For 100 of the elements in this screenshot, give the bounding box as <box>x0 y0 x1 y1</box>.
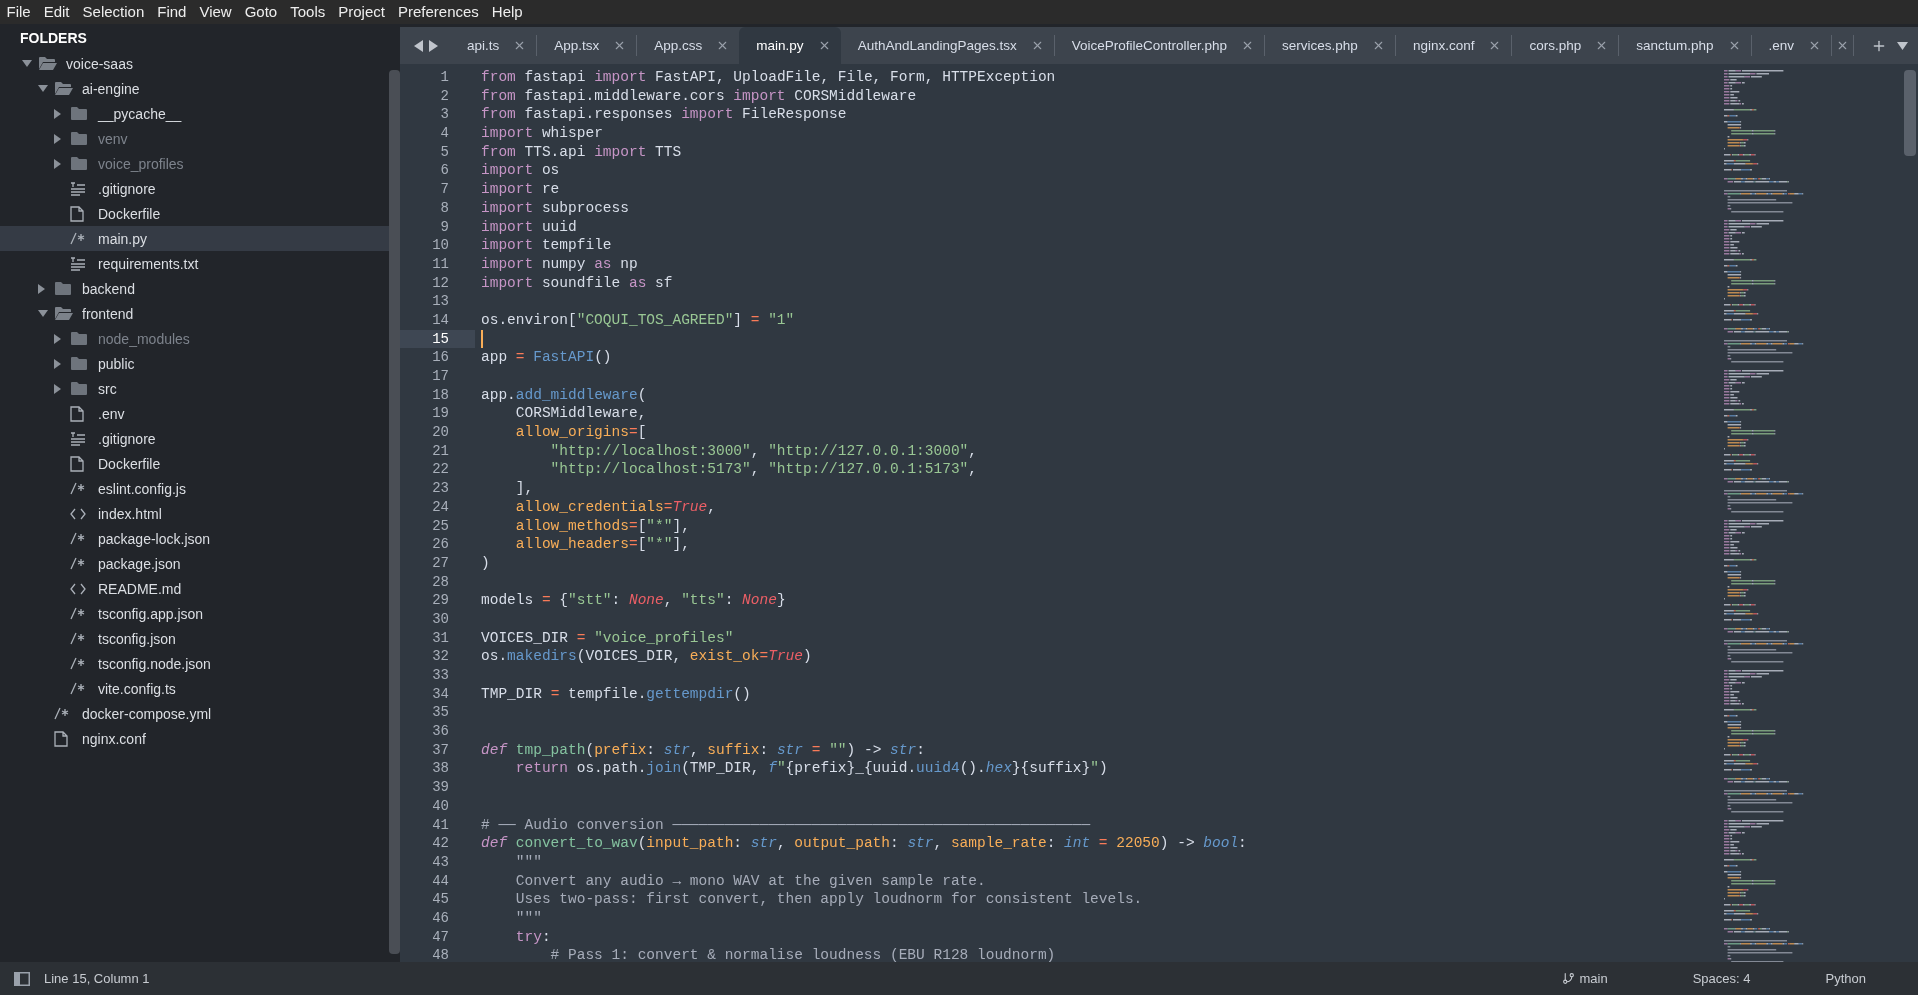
sidebar-item[interactable]: package.json <box>0 551 389 576</box>
line-number: 26 <box>431 535 450 554</box>
sidebar-item[interactable]: eslint.config.js <box>0 476 389 501</box>
sidebar-item[interactable]: package-lock.json <box>0 526 389 551</box>
code-line: return os.path.join(TMP_DIR, f"{prefix}_{uuid.uuid4().hex}{suffix}") <box>514 759 1108 779</box>
expanded-arrow-icon[interactable] <box>38 310 48 317</box>
sidebar-item[interactable]: README.md <box>0 576 389 601</box>
collapsed-arrow-icon[interactable] <box>54 333 61 344</box>
tab[interactable]: sanctum.php <box>1619 27 1751 64</box>
menu-item[interactable]: Goto <box>238 0 284 24</box>
collapsed-arrow-icon[interactable] <box>54 133 61 144</box>
code-file-icon <box>54 707 70 720</box>
angle-brackets-icon <box>70 507 86 520</box>
sidebar-item[interactable]: voice_profiles <box>0 151 389 176</box>
indentation-setting[interactable]: Spaces: 4 <box>1692 971 1751 986</box>
line-number: 21 <box>431 441 450 461</box>
menu-item[interactable]: Edit <box>37 0 77 24</box>
sidebar-item[interactable]: __pycache__ <box>0 101 389 126</box>
folder-icon <box>54 281 72 296</box>
tab[interactable]: nginx.conf <box>1395 27 1512 64</box>
line-number: 23 <box>431 479 450 498</box>
sidebar-item[interactable]: tsconfig.node.json <box>0 651 389 676</box>
tab[interactable]: App.css <box>637 27 740 64</box>
collapsed-arrow-icon[interactable] <box>54 108 61 119</box>
sidebar-item[interactable]: public <box>0 351 389 376</box>
tab[interactable]: api.ts <box>450 27 537 64</box>
text-lines-icon <box>70 431 86 446</box>
code-file-icon <box>70 482 86 495</box>
sidebar-item[interactable]: Dockerfile <box>0 201 389 226</box>
code-line: os.makedirs(VOICES_DIR, exist_ok=True) <box>481 647 812 666</box>
folder-icon <box>70 381 88 396</box>
code-file-icon <box>70 632 86 645</box>
menu-item[interactable]: File <box>0 0 38 24</box>
branch-name[interactable]: main <box>1579 971 1608 986</box>
collapsed-arrow-icon[interactable] <box>54 383 61 394</box>
sidebar-item[interactable]: requirements.txt <box>0 251 389 276</box>
tab[interactable]: cors.php <box>1512 27 1619 64</box>
expanded-arrow-icon[interactable] <box>38 85 48 92</box>
tab[interactable]: App.tsx <box>537 27 637 64</box>
tab[interactable]: .env <box>1751 27 1832 64</box>
sidebar-item[interactable]: tsconfig.json <box>0 626 389 651</box>
sidebar-item[interactable]: index.html <box>0 501 389 526</box>
sidebar-item[interactable]: .gitignore <box>0 176 389 201</box>
file-icon <box>70 205 84 222</box>
menu-item[interactable]: Tools <box>283 0 332 24</box>
code-line: def tmp_path(prefix: str, suffix: str = "") -> str: <box>481 740 925 760</box>
tab[interactable]: AuthAndLandingPages.tsx <box>840 27 1054 64</box>
line-number: 39 <box>431 778 450 797</box>
sidebar-item[interactable]: backend <box>0 276 389 301</box>
collapsed-arrow-icon[interactable] <box>38 283 45 294</box>
sidebar-item[interactable]: main.py <box>0 226 389 251</box>
expanded-arrow-icon[interactable] <box>22 60 32 67</box>
code-line: os.environ["COQUI_TOS_AGREED"] = "1" <box>481 310 795 330</box>
scrollbar-thumb[interactable] <box>389 70 400 954</box>
tab[interactable]: VoiceProfileController.php <box>1054 27 1265 64</box>
sidebar-item[interactable]: Dockerfile <box>0 451 389 476</box>
code-line: import subprocess <box>481 198 629 218</box>
right-arrow-icon[interactable] <box>429 39 438 52</box>
menu-item[interactable]: Help <box>485 0 530 24</box>
sidebar-item[interactable]: vite.config.ts <box>0 676 389 701</box>
scrollbar-thumb[interactable] <box>1904 70 1916 156</box>
sidebar-item[interactable]: nginx.conf <box>0 726 389 751</box>
code-line: from fastapi.middleware.cors import CORSMiddleware <box>481 86 917 106</box>
code-line: import os <box>481 161 560 181</box>
sidebar-item[interactable]: voice-saas <box>0 51 389 76</box>
menu-item[interactable]: Preferences <box>391 0 486 24</box>
syntax-mode[interactable]: Python <box>1825 971 1866 986</box>
sidebar-item[interactable]: .env <box>0 401 389 426</box>
tab[interactable]: services.php <box>1265 27 1395 64</box>
left-arrow-icon[interactable] <box>414 39 423 52</box>
sidebar-item[interactable]: ai-engine <box>0 76 389 101</box>
menu-item[interactable]: Project <box>331 0 392 24</box>
sidebar-item[interactable]: tsconfig.app.json <box>0 601 389 626</box>
sidebar-item[interactable]: frontend <box>0 301 389 326</box>
sidebar-item[interactable]: docker-compose.yml <box>0 701 389 726</box>
line-number: 22 <box>431 460 450 480</box>
menu-item[interactable]: View <box>192 0 239 24</box>
sidebar-item[interactable]: venv <box>0 126 389 151</box>
code-line: from fastapi.responses import FileResponse <box>481 105 847 125</box>
code-line: CORSMiddleware, <box>514 404 647 424</box>
line-number: 10 <box>431 236 450 255</box>
code-file-icon <box>70 657 86 670</box>
collapsed-arrow-icon[interactable] <box>54 158 61 169</box>
collapsed-arrow-icon[interactable] <box>54 358 61 369</box>
line-number: 8 <box>439 198 450 218</box>
file-icon <box>70 455 84 472</box>
sidebar-item[interactable]: .gitignore <box>0 426 389 451</box>
line-number: 16 <box>431 348 450 367</box>
dropdown-arrow-icon[interactable] <box>1897 41 1908 50</box>
code-line: """ <box>514 852 542 872</box>
line-number: 38 <box>431 759 450 779</box>
panel-toggle-icon[interactable] <box>14 971 30 986</box>
text-lines-icon <box>70 181 86 196</box>
menu-item[interactable]: Find <box>150 0 193 24</box>
tab[interactable]: main.py <box>739 27 841 64</box>
sidebar-item[interactable]: node_modules <box>0 326 389 351</box>
branch-icon <box>1561 972 1575 985</box>
sidebar-item[interactable]: src <box>0 376 389 401</box>
menu-item[interactable]: Selection <box>76 0 151 24</box>
code-line: allow_headers=["*"], <box>514 535 690 554</box>
